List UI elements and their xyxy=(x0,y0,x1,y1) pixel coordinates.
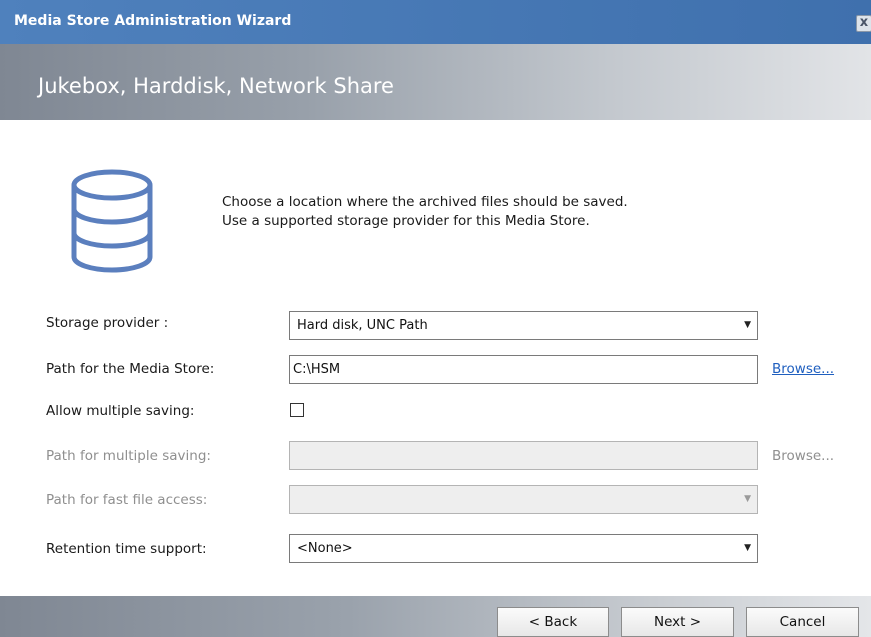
intro-line-2: Use a supported storage provider for thi… xyxy=(222,213,590,229)
multiple-path-label: Path for multiple saving: xyxy=(46,448,211,464)
storage-provider-value: Hard disk, UNC Path xyxy=(297,318,428,333)
cancel-button[interactable]: Cancel xyxy=(746,607,859,637)
close-icon: x xyxy=(859,15,869,30)
close-button[interactable]: x xyxy=(856,15,871,32)
title-bar: Media Store Administration Wizard x xyxy=(0,0,871,44)
dropdown-arrow-icon: ▼ xyxy=(744,320,751,330)
wizard-header: Jukebox, Harddisk, Network Share xyxy=(0,44,871,120)
storage-provider-select[interactable]: Hard disk, UNC Path ▼ xyxy=(289,311,758,340)
multiple-path-input[interactable] xyxy=(289,441,758,470)
browse-multiple-button[interactable]: Browse... xyxy=(772,448,834,464)
media-store-path-value: C:\HSM xyxy=(293,362,341,377)
retention-value: <None> xyxy=(297,541,353,556)
wizard-footer xyxy=(0,596,871,637)
window-title: Media Store Administration Wizard xyxy=(14,13,292,29)
retention-label: Retention time support: xyxy=(46,541,207,557)
media-store-path-input[interactable]: C:\HSM xyxy=(289,355,758,384)
page-title: Jukebox, Harddisk, Network Share xyxy=(38,74,394,98)
back-button[interactable]: < Back xyxy=(497,607,609,637)
browse-media-store-link[interactable]: Browse... xyxy=(772,361,834,377)
intro-line-1: Choose a location where the archived fil… xyxy=(222,194,628,210)
storage-provider-label: Storage provider : xyxy=(46,315,169,331)
media-store-path-label: Path for the Media Store: xyxy=(46,361,215,377)
intro-text: Choose a location where the archived fil… xyxy=(222,193,628,231)
dropdown-arrow-icon: ▼ xyxy=(744,543,751,553)
fast-access-label: Path for fast file access: xyxy=(46,492,208,508)
dropdown-arrow-icon: ▼ xyxy=(744,494,751,504)
retention-select[interactable]: <None> ▼ xyxy=(289,534,758,563)
allow-multiple-label: Allow multiple saving: xyxy=(46,403,195,419)
database-icon xyxy=(71,169,153,273)
next-button[interactable]: Next > xyxy=(621,607,734,637)
allow-multiple-checkbox[interactable] xyxy=(290,403,304,417)
fast-access-select[interactable]: ▼ xyxy=(289,485,758,514)
